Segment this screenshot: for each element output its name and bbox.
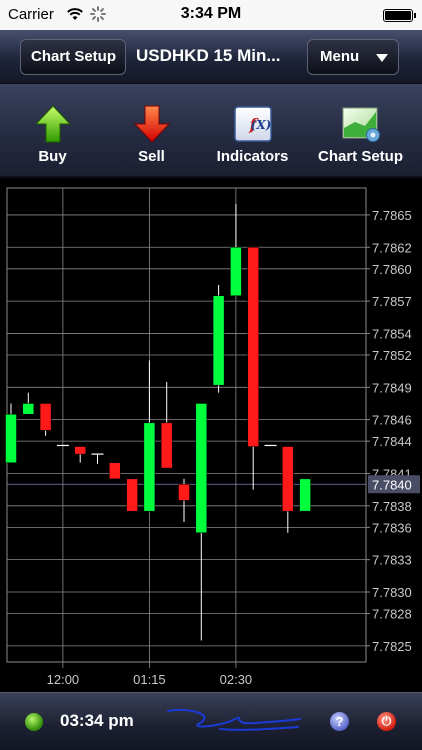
y-tick-label: 7.7852 bbox=[372, 348, 412, 363]
function-fx-icon: f (X) bbox=[233, 106, 272, 142]
plot-frame bbox=[6, 187, 367, 663]
y-tick-label: 7.7854 bbox=[372, 326, 412, 341]
x-tick-label: 01:15 bbox=[133, 672, 166, 687]
y-tick-label: 7.7844 bbox=[372, 434, 412, 449]
x-tick-label: 02:30 bbox=[220, 672, 253, 687]
sell-button[interactable]: Sell bbox=[99, 84, 204, 176]
candle-down bbox=[74, 446, 86, 455]
x-tick-label: 12:00 bbox=[47, 672, 80, 687]
chart-setup-label: Chart Setup bbox=[317, 148, 403, 165]
scribble-mark bbox=[167, 708, 301, 731]
help-button[interactable]: ? bbox=[330, 712, 349, 731]
y-tick-label: 7.7865 bbox=[372, 208, 412, 223]
y-tick-label: 7.7838 bbox=[372, 499, 412, 514]
buy-label: Buy bbox=[38, 148, 67, 165]
y-tick-label: 7.7849 bbox=[372, 380, 412, 395]
candle-down bbox=[178, 484, 190, 501]
y-tick-label: 7.7828 bbox=[372, 607, 412, 622]
y-tick-label: 7.7833 bbox=[372, 553, 412, 568]
power-button[interactable]: ⏻ bbox=[377, 712, 396, 731]
status-time: 3:34 PM bbox=[180, 5, 242, 22]
server-time: 03:34 pm bbox=[60, 711, 134, 730]
menu-button-label: Menu bbox=[320, 48, 360, 65]
action-toolbar: Buy Sell f (X) Indicators Chart Setup bbox=[0, 84, 422, 178]
candlestick-chart[interactable]: 7.7865 7.7862 7.7860 7.7857 7.7854 7.7852 7.78… bbox=[0, 180, 422, 690]
current-price-label: 7.7840 bbox=[372, 477, 412, 492]
y-tick-label: 7.7830 bbox=[372, 585, 412, 600]
indicators-label: Indicators bbox=[216, 148, 289, 165]
red-down-arrow-icon bbox=[133, 105, 170, 143]
green-up-arrow-icon bbox=[34, 105, 71, 143]
buy-button[interactable]: Buy bbox=[0, 84, 105, 176]
caret-down-icon bbox=[376, 54, 388, 62]
status-bar: Carrier 3:34 PM bbox=[0, 0, 422, 30]
candle-up bbox=[195, 403, 208, 533]
candle-up bbox=[212, 295, 225, 386]
candle-up bbox=[299, 478, 311, 512]
back-chart-setup-button[interactable]: Chart Setup bbox=[20, 39, 126, 75]
candle-down bbox=[126, 478, 138, 512]
candle-up bbox=[22, 403, 35, 415]
battery-icon bbox=[383, 9, 416, 22]
chart-gear-icon bbox=[342, 107, 380, 142]
y-tick-label: 7.7860 bbox=[372, 262, 412, 277]
candle-down bbox=[247, 247, 259, 447]
y-tick-label: 7.7862 bbox=[372, 240, 412, 255]
candle-down bbox=[109, 462, 121, 480]
connection-status-icon bbox=[25, 713, 43, 731]
candle-up bbox=[143, 422, 156, 512]
chart-svg: 7.7865 7.7862 7.7860 7.7857 7.7854 7.7852 7.78… bbox=[5, 187, 420, 687]
candle-down bbox=[160, 422, 173, 469]
candle-down bbox=[282, 446, 294, 512]
nav-bar: Chart Setup USDHKD 15 Min... Menu bbox=[0, 30, 422, 84]
menu-button[interactable]: Menu bbox=[307, 39, 399, 75]
indicators-button[interactable]: f (X) Indicators bbox=[200, 84, 305, 176]
svg-text:(X): (X) bbox=[250, 118, 271, 132]
bottom-bar: 03:34 pm ? ⏻ bbox=[0, 692, 422, 750]
sell-label: Sell bbox=[138, 148, 165, 165]
y-tick-label: 7.7836 bbox=[372, 520, 412, 535]
candle-down bbox=[39, 403, 52, 431]
y-tick-label: 7.7846 bbox=[372, 413, 412, 428]
page-title: USDHKD 15 Min... bbox=[136, 46, 281, 65]
chart-setup-toolbar-button[interactable]: Chart Setup bbox=[308, 84, 413, 176]
y-tick-label: 7.7857 bbox=[372, 294, 412, 309]
candle-up bbox=[5, 413, 17, 463]
y-tick-label: 7.7825 bbox=[372, 639, 412, 654]
candle-up bbox=[230, 247, 242, 296]
